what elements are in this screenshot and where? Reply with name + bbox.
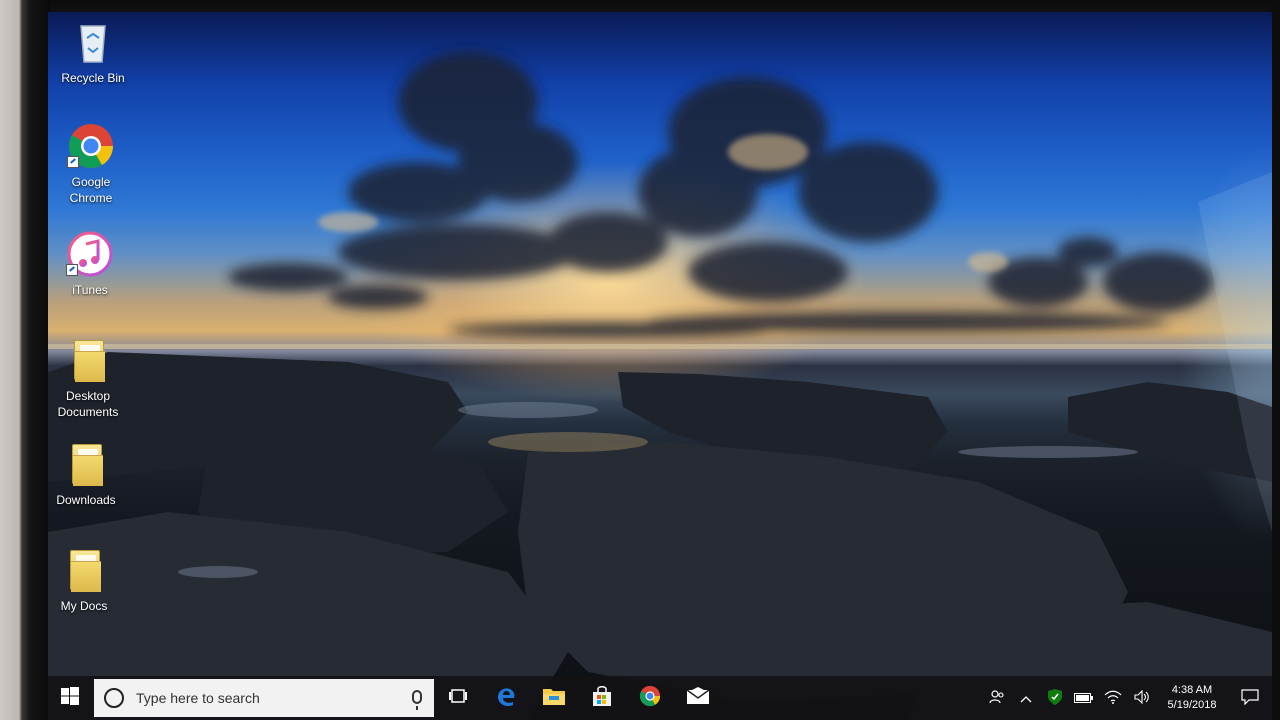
start-button[interactable] (48, 676, 92, 720)
taskbar-app-store[interactable] (578, 676, 626, 720)
folder-icon (64, 336, 112, 384)
defender-icon (1047, 688, 1062, 708)
taskbar-app-file-explorer[interactable] (530, 676, 578, 720)
desktop-icon-label: iTunes (72, 283, 108, 297)
desktop-icon-google-chrome[interactable]: Google Chrome (49, 122, 133, 206)
taskbar-app-mail[interactable] (674, 676, 722, 720)
chevron-up-icon (1020, 691, 1032, 706)
network-button[interactable] (1098, 676, 1127, 720)
battery-button[interactable] (1069, 676, 1098, 720)
desktop-icon-downloads[interactable]: Downloads (48, 440, 128, 508)
cortana-icon (104, 688, 124, 708)
microphone-icon[interactable] (412, 690, 422, 710)
action-center-button[interactable] (1228, 676, 1272, 720)
desktop-icon-recycle-bin[interactable]: Recycle Bin (51, 18, 135, 86)
clock-date: 5/19/2018 (1167, 699, 1217, 711)
desktop-icon-label: Desktop Documents (57, 389, 119, 419)
clock-time: 4:38 AM (1171, 684, 1213, 696)
desktop-icon-label: My Docs (60, 599, 108, 613)
store-icon (591, 685, 613, 712)
task-view-icon (448, 688, 468, 709)
edge-icon (495, 685, 517, 712)
taskbar-app-chrome[interactable] (626, 676, 674, 720)
battery-icon (1073, 691, 1094, 706)
desktop-icon-label: Downloads (56, 493, 116, 507)
windows-defender-button[interactable] (1040, 676, 1069, 720)
monitor-bezel-left (0, 0, 50, 720)
itunes-icon (66, 230, 114, 278)
desktop-icon-desktop-documents[interactable]: Desktop Documents (48, 336, 130, 420)
wallpaper-scenery (48, 52, 1272, 720)
desktop-screen: Recycle Bin Google Chrome iTunes Desktop… (48, 12, 1272, 720)
shortcut-arrow-icon (67, 156, 79, 168)
desktop-icon-label: Google Chrome (69, 175, 113, 205)
desktop-icon-itunes[interactable]: iTunes (48, 230, 132, 298)
recycle-bin-icon (69, 18, 117, 66)
show-hidden-icons-button[interactable] (1011, 676, 1040, 720)
people-icon (988, 689, 1005, 708)
mail-icon (686, 686, 710, 710)
taskbar-search-box[interactable]: Type here to search (94, 679, 434, 717)
people-button[interactable] (982, 676, 1011, 720)
system-tray: 4:38 AM 5/19/2018 (982, 676, 1272, 720)
taskbar: Type here to search 4:38 AM 5/19/2018 (48, 676, 1272, 720)
chrome-icon (67, 122, 115, 170)
clock[interactable]: 4:38 AM 5/19/2018 (1156, 683, 1228, 713)
folder-icon (60, 546, 108, 594)
windows-logo-icon (61, 686, 79, 710)
volume-icon (1133, 689, 1150, 707)
folder-icon (62, 440, 110, 488)
volume-button[interactable] (1127, 676, 1156, 720)
file-explorer-icon (542, 686, 566, 711)
task-view-button[interactable] (434, 676, 482, 720)
taskbar-app-edge[interactable] (482, 676, 530, 720)
chrome-icon (639, 685, 661, 712)
desktop-icon-label: Recycle Bin (61, 71, 125, 85)
search-placeholder: Type here to search (136, 690, 260, 706)
wallpaper (48, 12, 1272, 720)
notification-icon (1241, 688, 1259, 708)
shortcut-arrow-icon (66, 264, 78, 276)
wifi-icon (1104, 690, 1122, 707)
desktop-icon-my-docs[interactable]: My Docs (48, 546, 126, 614)
